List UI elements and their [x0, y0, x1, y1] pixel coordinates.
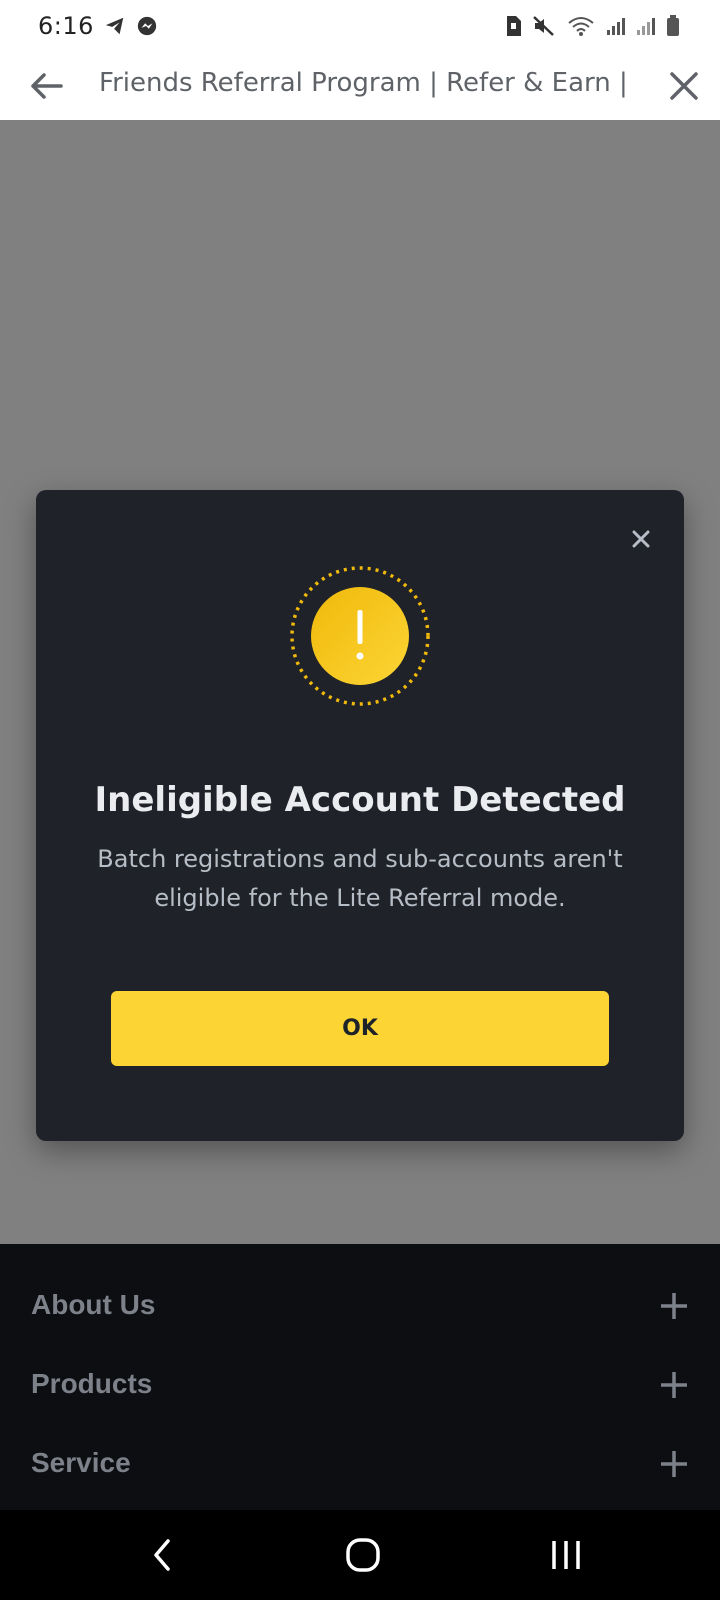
ineligible-account-dialog: Ineligible Account Detected Batch regist…: [36, 490, 684, 1141]
mute-icon: [532, 15, 556, 37]
wifi-icon: [566, 15, 596, 37]
close-icon: [664, 66, 704, 106]
back-nav-icon: [142, 1535, 182, 1575]
dialog-title: Ineligible Account Detected: [94, 780, 626, 820]
footer-item-label: About Us: [31, 1289, 156, 1320]
signal-icon: [606, 16, 626, 36]
warning-icon: [290, 566, 430, 706]
back-nav-button[interactable]: [142, 1535, 182, 1575]
footer-item-service[interactable]: Service: [0, 1437, 720, 1497]
arrow-left-icon: [26, 66, 66, 106]
footer-item-about-us[interactable]: About Us: [0, 1279, 720, 1339]
footer-item-products[interactable]: Products: [0, 1358, 720, 1418]
status-left: 6:16: [38, 12, 158, 40]
telegram-icon: [104, 15, 126, 37]
plus-icon: [659, 1370, 689, 1400]
status-bar: 6:16: [0, 0, 720, 52]
recents-nav-icon: [546, 1535, 586, 1575]
sim-alert-icon: [504, 15, 522, 37]
status-right: [504, 15, 680, 37]
ok-button[interactable]: OK: [111, 991, 609, 1066]
close-icon: [626, 524, 656, 554]
footer-item-label: Products: [31, 1368, 153, 1399]
plus-icon: [659, 1291, 689, 1321]
dialog-description: Batch registrations and sub-accounts are…: [97, 845, 623, 912]
system-navigation-bar: [0, 1510, 720, 1600]
home-nav-icon: [343, 1535, 383, 1575]
home-nav-button[interactable]: [343, 1535, 383, 1575]
signal-icon: [636, 16, 656, 36]
messenger-icon: [136, 15, 158, 37]
close-button[interactable]: [664, 66, 704, 106]
app-bar: Friends Referral Program | Refer & Earn …: [0, 52, 720, 120]
status-time: 6:16: [38, 12, 94, 40]
page-title: Friends Referral Program | Refer & Earn …: [99, 68, 629, 98]
footer: About Us Products Service: [0, 1244, 720, 1510]
back-button[interactable]: [26, 66, 66, 106]
recents-nav-button[interactable]: [546, 1535, 586, 1575]
dialog-close-button[interactable]: [626, 524, 656, 554]
footer-item-label: Service: [31, 1447, 131, 1478]
battery-icon: [666, 15, 680, 37]
plus-icon: [659, 1449, 689, 1479]
